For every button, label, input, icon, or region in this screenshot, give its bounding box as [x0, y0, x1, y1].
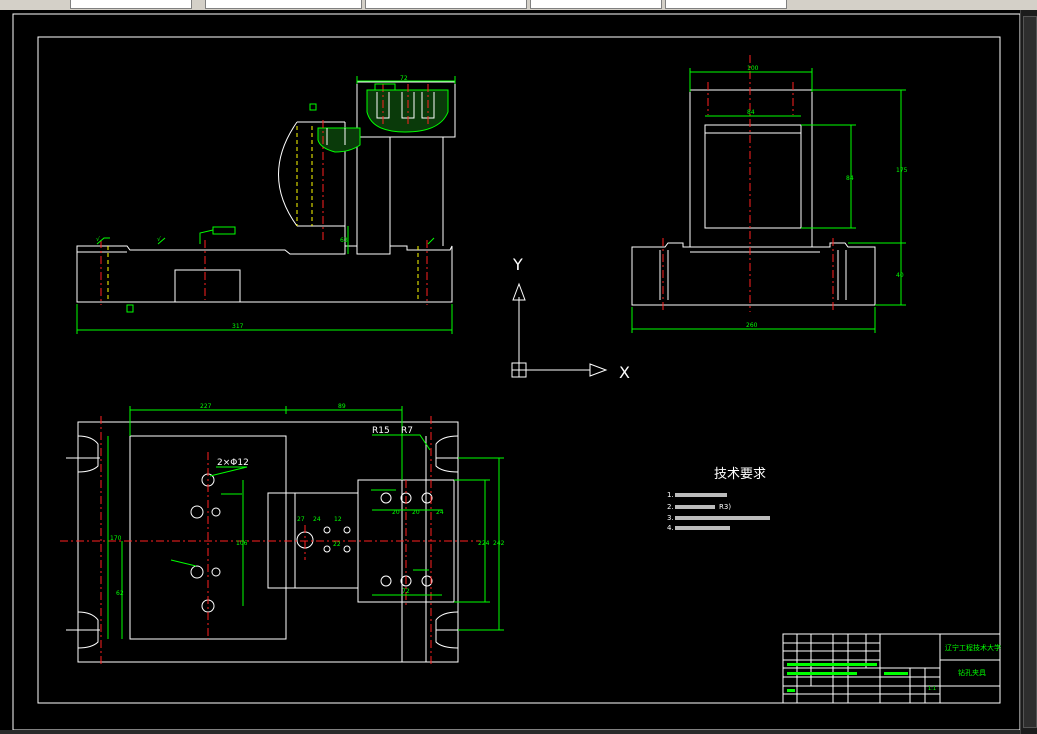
title-block-signature-row: [787, 663, 877, 666]
title-block-drawing-name: 钻孔夹具: [958, 668, 986, 677]
roughness-mark-2: √: [157, 236, 161, 243]
front-dim-top-width: 72: [400, 75, 408, 82]
title-block-approve-label: [787, 689, 795, 692]
plan-dim-small-1: 27: [297, 516, 305, 523]
linetype-dropdown[interactable]: [365, 0, 527, 9]
vertical-scrollbar[interactable]: [1020, 10, 1037, 734]
plan-dim-bottom: 72: [402, 588, 410, 595]
tech-req-text-2: [675, 505, 715, 509]
plotstyle-dropdown[interactable]: [665, 0, 787, 9]
title-block[interactable]: 辽宁工程技术大学 钻孔夹具 1:1: [782, 633, 1001, 704]
side-dim-top-width: 100: [747, 65, 759, 72]
plan-view[interactable]: 227 89 R15 R7 2×Φ12 170 62 106 224 242 2…: [60, 403, 505, 665]
plan-dim-row-1: 20: [392, 509, 400, 516]
layer-dropdown[interactable]: [70, 0, 192, 9]
plan-dim-row-3: 24: [436, 509, 444, 516]
color-dropdown[interactable]: [205, 0, 362, 9]
side-view[interactable]: 100 84 84 175 40 260: [631, 55, 908, 333]
tech-req-item-1: 1.: [667, 491, 674, 499]
horizontal-scrollbar[interactable]: [0, 730, 1020, 734]
plan-dim-mid: 106: [236, 540, 248, 547]
title-block-scale: 1:1: [928, 686, 936, 692]
sheet-outer-frame: [12, 13, 1021, 731]
plan-dim-vertical-left-2: 62: [116, 590, 124, 597]
plan-dim-row-2: 20: [412, 509, 420, 516]
tech-req-title: 技术要求: [714, 467, 766, 482]
front-dim-step-height: 63: [340, 237, 348, 244]
tech-req-item-2-suffix: R3): [719, 503, 731, 511]
plan-dim-vertical-right-2: 242: [493, 540, 505, 547]
vertical-scrollbar-thumb[interactable]: [1023, 16, 1037, 728]
title-block-school: 辽宁工程技术大学: [945, 643, 1001, 652]
side-dim-overall-width: 260: [746, 322, 758, 329]
tech-req-item-2: 2.: [667, 503, 674, 511]
technical-requirements[interactable]: 技术要求 1. 2. R3) 3. 4.: [667, 467, 770, 532]
tech-req-item-4: 4.: [667, 524, 674, 532]
plan-dim-small-3: 12: [334, 516, 342, 523]
plan-dim-small-2: 24: [313, 516, 321, 523]
front-dim-overall-width: 317: [232, 323, 244, 330]
plan-dim-vertical-right-1: 224: [478, 540, 490, 547]
title-block-designer-row: [787, 672, 857, 675]
ucs-x-label: X: [619, 363, 630, 382]
plan-dim-right: 89: [338, 403, 346, 410]
roughness-mark-1: √: [96, 236, 100, 243]
tech-req-text-4: [675, 526, 730, 530]
side-dim-inner-width: 84: [747, 109, 755, 116]
tech-req-item-3: 3.: [667, 514, 674, 522]
drawing-canvas[interactable]: 317 72 63 √ √ 100 84 84 175 40 260 Y X 2…: [0, 10, 1021, 731]
side-dim-lower-height: 40: [896, 272, 904, 279]
plan-dim-vertical-left: 170: [110, 535, 122, 542]
ucs-y-label: Y: [512, 255, 523, 274]
lineweight-dropdown[interactable]: [530, 0, 662, 9]
tech-req-text-1: [675, 493, 727, 497]
plan-dim-left: 227: [200, 403, 212, 410]
side-dim-upper-height: 175: [896, 167, 908, 174]
front-view[interactable]: 317 72 63 √ √: [76, 75, 456, 334]
title-block-stage-label: [884, 672, 908, 675]
plan-dim-small-4: 22: [333, 541, 341, 548]
ucs-icon: Y X: [511, 255, 630, 382]
tech-req-text-3: [675, 516, 770, 520]
side-dim-inner-height: 84: [846, 175, 854, 182]
